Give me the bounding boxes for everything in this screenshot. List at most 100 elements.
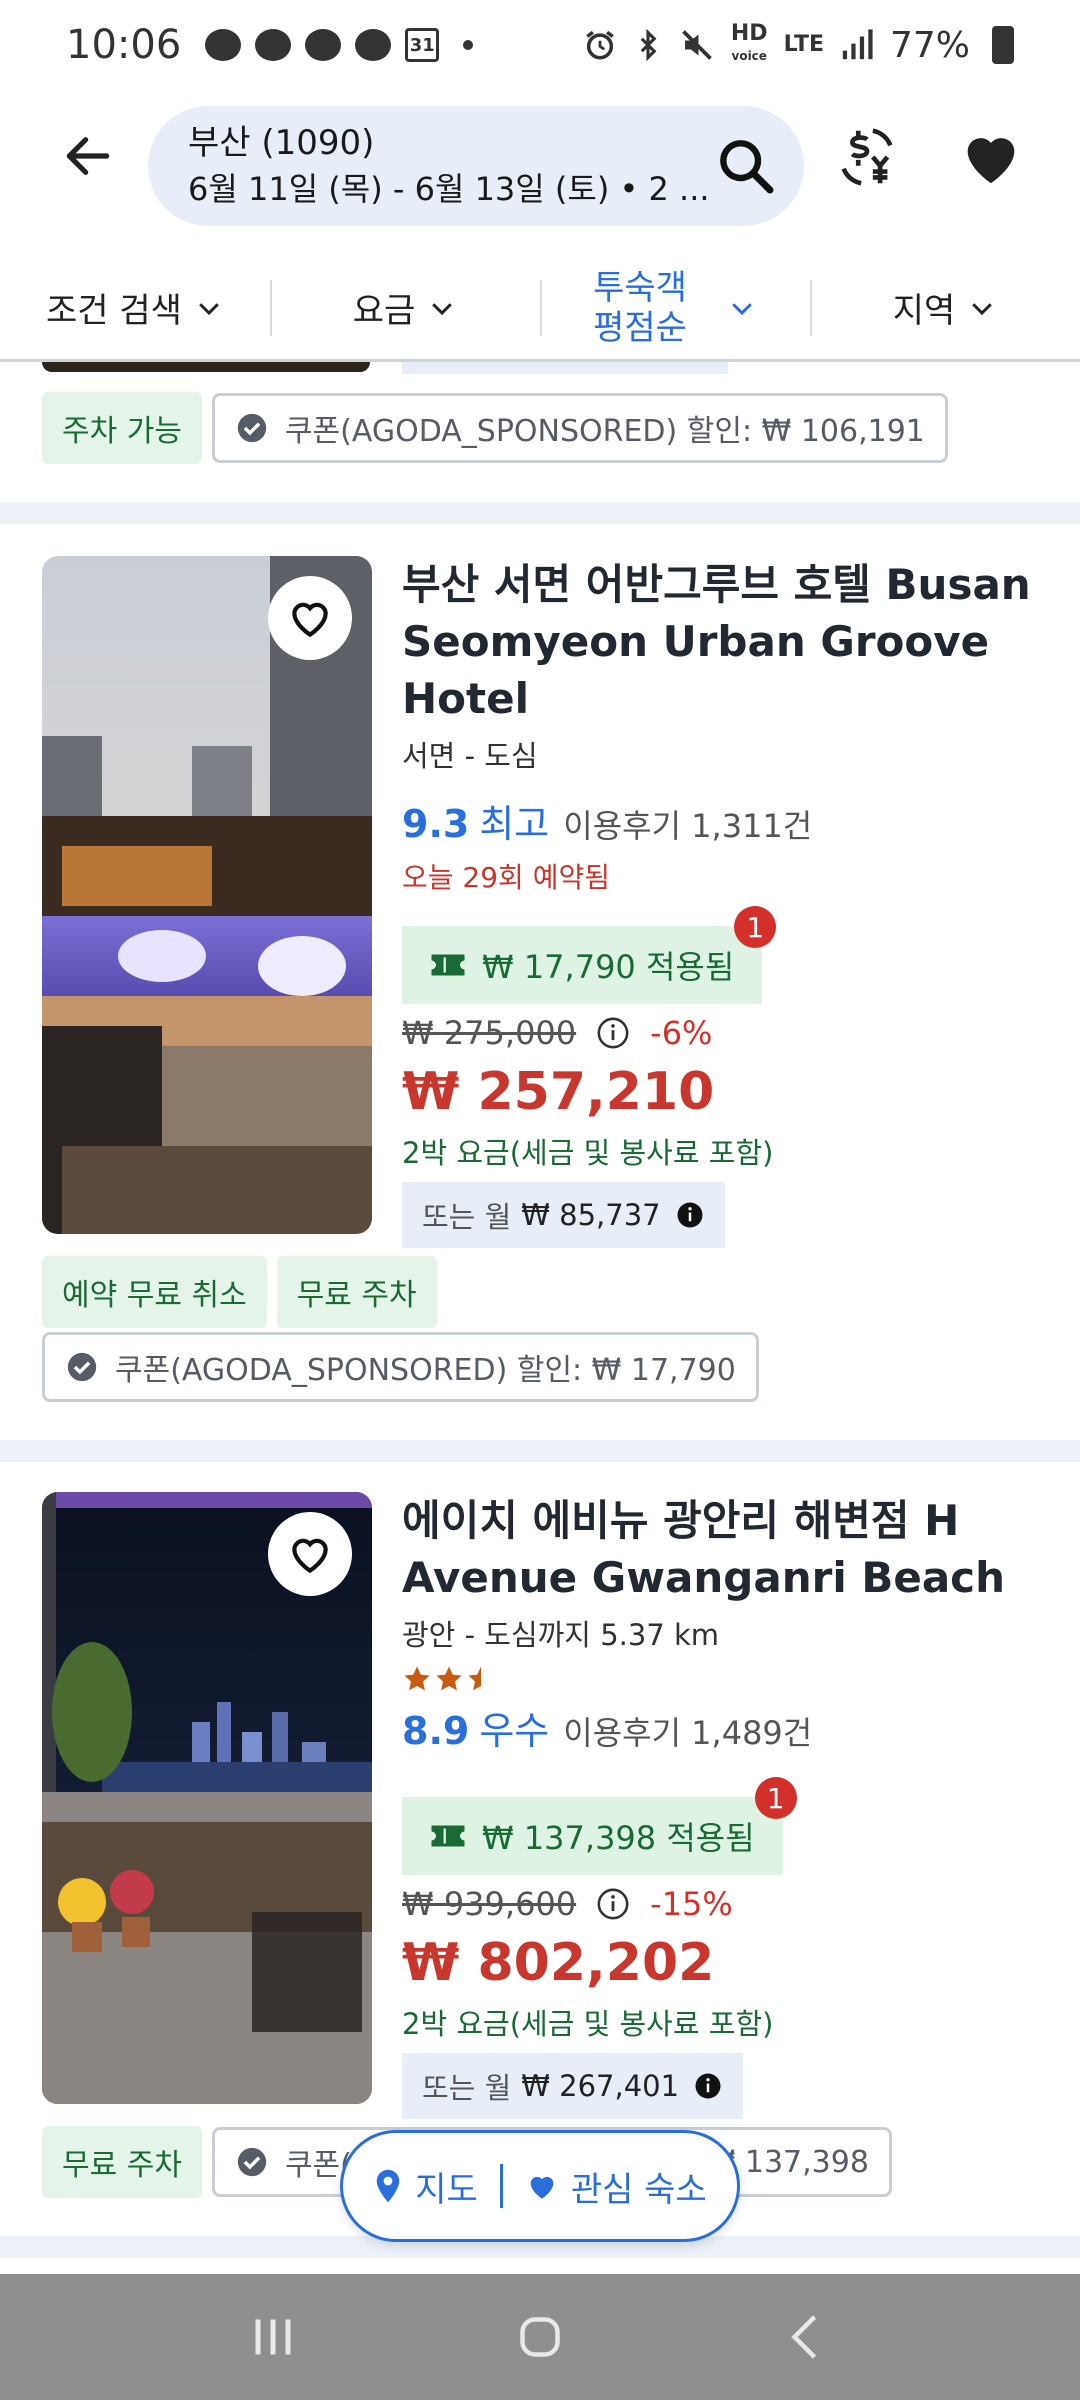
heart-outline-icon xyxy=(292,1538,328,1574)
battery-percent: 77% xyxy=(889,24,970,66)
filter-bar: 조건 검색 요금 투숙객 평점순 지역 xyxy=(0,256,1080,362)
info-outline-icon[interactable] xyxy=(596,1887,630,1921)
applied-discount-badge: ₩ 137,398 적용됨 1 xyxy=(402,1777,797,1875)
filter-conditions-label: 조건 검색 xyxy=(46,291,182,331)
rating-word: 우수 xyxy=(479,1709,550,1753)
filter-sort-line1: 투숙객 xyxy=(593,267,687,308)
floating-action-bar: 지도 관심 숙소 xyxy=(340,2130,740,2242)
monthly-payment: 또는 월 ₩ 85,737 xyxy=(402,1182,725,1248)
hotel-coupon: 쿠폰(AGODA_SPONSORED) 할인: ₩ 17,790 xyxy=(42,1332,759,1402)
parking-tag: 주차 가능 xyxy=(42,392,202,464)
coupon-left: 쿠폰( xyxy=(235,2140,352,2184)
chevron-down-icon xyxy=(732,302,752,315)
discount-count-badge: 1 xyxy=(734,906,777,948)
free-cancel-tag: 예약 무료 취소 xyxy=(42,1256,267,1328)
hotel-rating: 9.3 최고 이용후기 1,311건 xyxy=(402,793,1042,848)
hd-voice-indicator: HD voice xyxy=(730,21,768,66)
hotel-info: 부산 서면 어반그루브 호텔 Busan Seomyeon Urban Groo… xyxy=(402,556,1042,1248)
filter-area[interactable]: 지역 xyxy=(810,256,1080,359)
lte-indicator: LTE xyxy=(783,32,824,57)
final-price: ₩ 802,202 xyxy=(402,1933,715,1993)
back-nav-icon[interactable] xyxy=(777,2307,837,2367)
back-button[interactable] xyxy=(56,124,120,188)
system-nav-bar xyxy=(0,2274,1080,2400)
heart-outline-icon xyxy=(292,602,328,638)
info-outline-icon[interactable] xyxy=(596,1016,630,1050)
hotel-name[interactable]: 부산 서면 어반그루브 호텔 Busan Seomyeon Urban Groo… xyxy=(402,556,1042,727)
card-separator xyxy=(0,1440,1080,1462)
chevron-down-icon xyxy=(972,302,993,315)
map-label: 지도 xyxy=(415,2169,478,2210)
tax-note: 2박 요금(세금 및 봉사료 포함) xyxy=(402,2007,774,2041)
previous-monthly-box xyxy=(402,362,728,374)
home-icon[interactable] xyxy=(510,2307,570,2367)
discount-percent: -15% xyxy=(650,1885,733,1923)
info-filled-icon[interactable] xyxy=(675,1200,705,1230)
save-hotel-button[interactable] xyxy=(268,1512,352,1596)
hd-label: HD xyxy=(730,21,768,46)
search-dates: 6월 11일 (목) - 6월 13일 (토) • 2 ... xyxy=(188,170,710,208)
search-summary-box[interactable]: 부산 (1090) 6월 11일 (목) - 6월 13일 (토) • 2 ..… xyxy=(148,106,804,226)
review-count: 이용후기 1,311건 xyxy=(563,807,813,845)
monthly-payment: 또는 월 ₩ 267,401 xyxy=(402,2053,744,2119)
favorites-label: 관심 숙소 xyxy=(570,2169,707,2210)
star-rating xyxy=(402,1664,1042,1694)
free-parking-tag: 무료 주차 xyxy=(42,2126,202,2198)
check-circle-icon xyxy=(237,413,267,443)
original-price-row: ₩ 939,600 -15% xyxy=(402,1885,1042,1923)
message-notification-icon xyxy=(255,29,292,61)
mute-icon xyxy=(682,30,712,60)
check-circle-icon xyxy=(67,1352,97,1382)
hotel-image[interactable] xyxy=(42,556,372,1234)
original-price: ₩ 275,000 xyxy=(402,1014,577,1052)
filter-price[interactable]: 요금 xyxy=(270,256,540,359)
previous-hotel-image[interactable] xyxy=(42,362,370,372)
coupon-chip: 쿠폰(AGODA_SPONSORED) 할인: ₩ 106,191 xyxy=(211,393,948,463)
previous-hotel-tags: 주차 가능 쿠폰(AGODA_SPONSORED) 할인: ₩ 106,191 xyxy=(42,392,948,464)
search-destination: 부산 (1090) xyxy=(188,123,375,163)
voice-label: voice xyxy=(731,49,767,63)
original-price: ₩ 939,600 xyxy=(402,1885,577,1923)
favorites-list-button[interactable]: 관심 숙소 xyxy=(503,2162,729,2211)
heart-filled-icon xyxy=(967,138,1015,184)
applied-discount-text: ₩ 17,790 적용됨 xyxy=(482,948,735,986)
monthly-label: 또는 월 xyxy=(422,2071,512,2105)
info-filled-icon[interactable] xyxy=(693,2071,723,2101)
map-pin-icon xyxy=(377,2169,400,2203)
search-icon[interactable] xyxy=(714,134,778,198)
discount-count-badge: 1 xyxy=(754,1777,797,1819)
card-separator xyxy=(0,502,1080,524)
calendar-notification-icon: 31 xyxy=(405,28,440,62)
coupon-text: 쿠폰(AGODA_SPONSORED) 할인: ₩ 17,790 xyxy=(115,1353,736,1388)
filter-sort-line2: 평점순 xyxy=(593,307,687,348)
ticket-icon xyxy=(431,1825,465,1847)
half-star-icon xyxy=(468,1666,481,1691)
discount-percent: -6% xyxy=(650,1014,713,1052)
save-hotel-button[interactable] xyxy=(268,576,352,660)
coupon-chip: 쿠폰(AGODA_SPONSORED) 할인: ₩ 17,790 xyxy=(42,1332,759,1402)
hotel-image[interactable] xyxy=(42,1492,372,2104)
free-parking-tag: 무료 주차 xyxy=(276,1256,437,1328)
status-time: 10:06 xyxy=(66,22,182,68)
filter-sort[interactable]: 투숙객 평점순 xyxy=(540,256,810,359)
currency-button[interactable] xyxy=(832,122,902,192)
recent-apps-icon[interactable] xyxy=(243,2307,303,2367)
original-price-row: ₩ 275,000 -6% xyxy=(402,1014,1042,1052)
final-price: ₩ 257,210 xyxy=(402,1062,715,1122)
search-header: 부산 (1090) 6월 11일 (목) - 6월 13일 (토) • 2 ..… xyxy=(0,96,1080,236)
favorites-button[interactable] xyxy=(956,122,1026,192)
talk-notification-icon xyxy=(205,29,242,61)
monthly-amount: ₩ 267,401 xyxy=(521,2069,680,2103)
chevron-down-icon xyxy=(432,302,453,315)
check-circle-icon xyxy=(237,2147,267,2177)
signal-icon xyxy=(842,29,873,60)
booked-today: 오늘 29회 예약됨 xyxy=(402,861,610,894)
filter-conditions[interactable]: 조건 검색 xyxy=(0,256,270,359)
hotel-name[interactable]: 에이치 에비뉴 광안리 해변점 H Avenue Gwanganri Beach xyxy=(402,1492,1042,1606)
review-count: 이용후기 1,489건 xyxy=(563,1714,813,1752)
filter-price-label: 요금 xyxy=(352,291,416,331)
rating-score: 8.9 xyxy=(402,1709,470,1753)
tax-note: 2박 요금(세금 및 봉사료 포함) xyxy=(402,1136,774,1170)
heart-filled-icon xyxy=(530,2176,554,2199)
map-button[interactable]: 지도 xyxy=(351,2162,500,2211)
